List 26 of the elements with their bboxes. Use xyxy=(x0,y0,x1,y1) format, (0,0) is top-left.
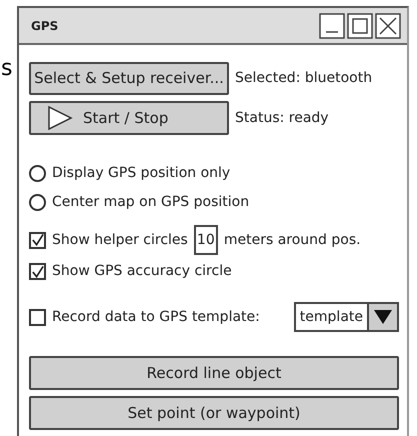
meters-label: meters around pos. xyxy=(224,230,361,250)
checkbox[interactable] xyxy=(29,308,46,326)
dropdown-arrow-icon xyxy=(373,309,393,325)
radio-button[interactable] xyxy=(29,165,46,182)
start-stop-button[interactable]: Start / Stop xyxy=(29,101,229,135)
radio-button[interactable] xyxy=(29,194,46,211)
select-receiver-button[interactable]: Select & Setup receiver... xyxy=(29,62,229,95)
checkbox[interactable] xyxy=(29,232,46,248)
close-icon[interactable] xyxy=(375,12,401,38)
action-button[interactable]: Set point (or waypoint) xyxy=(29,396,399,430)
meters-field[interactable]: 10 xyxy=(194,225,218,255)
checkbox[interactable] xyxy=(29,263,46,280)
checkbox-label: Show helper circles xyxy=(52,230,188,250)
window-title: GPS xyxy=(31,18,60,34)
radio-label: Center map on GPS position xyxy=(52,193,250,212)
edge-text: s xyxy=(0,58,14,80)
status-label: Status: ready xyxy=(235,108,329,128)
template-dropdown[interactable]: template xyxy=(294,302,399,332)
play-icon xyxy=(47,105,73,131)
selected-device-label: Selected: bluetooth xyxy=(235,69,372,88)
checkbox-label: Record data to GPS template: xyxy=(52,308,260,326)
radio-label: Display GPS position only xyxy=(52,164,230,183)
minimize-icon[interactable] xyxy=(319,12,345,38)
maximize-icon[interactable] xyxy=(347,12,373,38)
checkbox-label: Show GPS accuracy circle xyxy=(52,262,232,281)
action-button[interactable]: Record line object xyxy=(29,356,399,390)
